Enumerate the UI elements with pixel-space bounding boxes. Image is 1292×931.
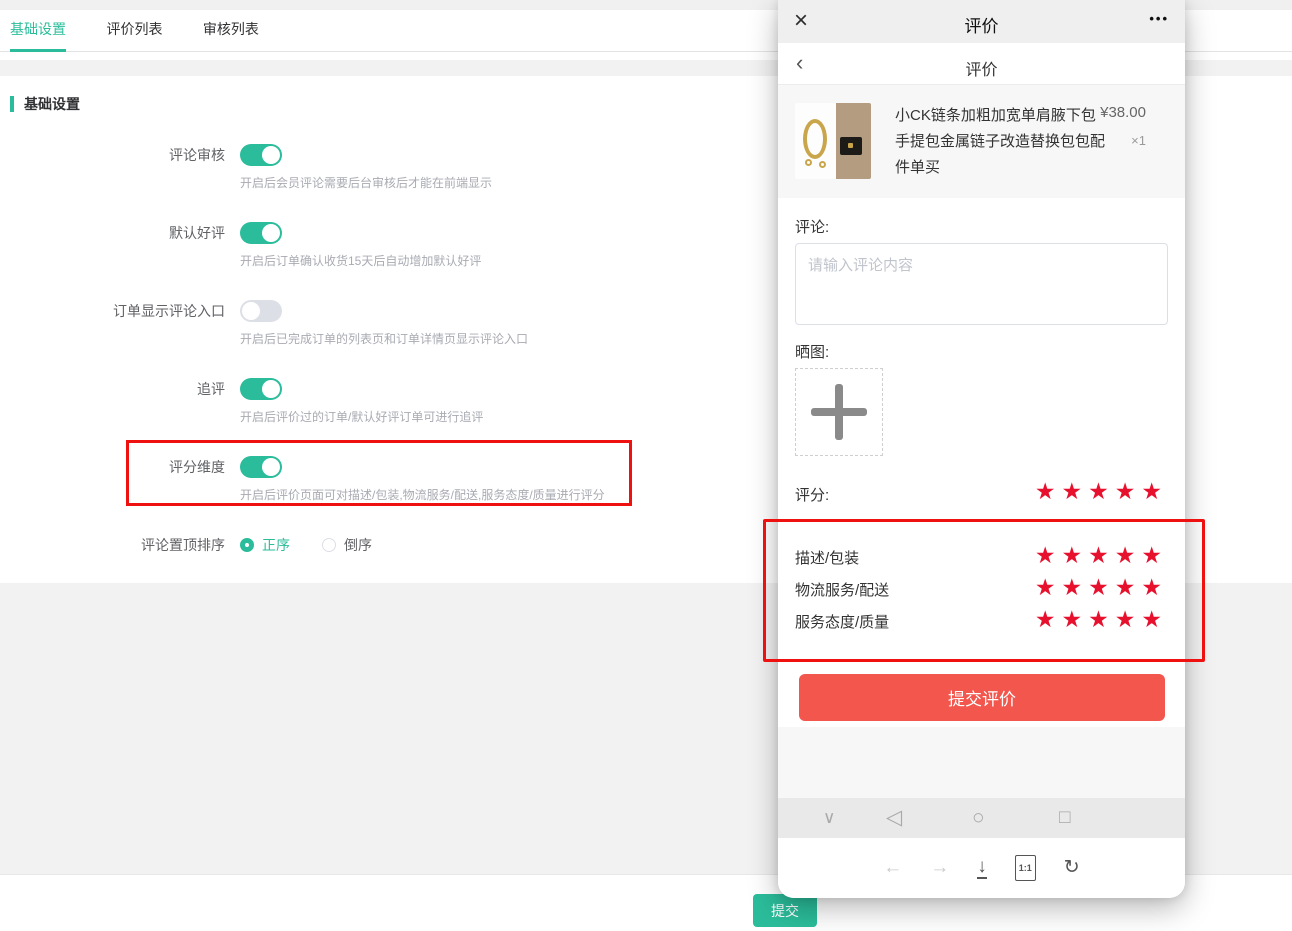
radio-ascending[interactable]: 正序 bbox=[240, 535, 290, 555]
phone-header: × 评价 ••• bbox=[778, 0, 1185, 43]
radio-dot-icon bbox=[322, 538, 336, 552]
phone-subheader: ‹ 评价 bbox=[778, 43, 1185, 85]
dimension-label-service: 服务态度/质量 bbox=[795, 611, 889, 632]
section-title: 基础设置 bbox=[24, 94, 80, 114]
product-price: ¥38.00 bbox=[1100, 104, 1146, 121]
tab-review-list[interactable]: 评价列表 bbox=[106, 10, 162, 52]
more-menu-icon[interactable]: ••• bbox=[1149, 11, 1169, 26]
bag-photo-graphic bbox=[836, 103, 871, 179]
android-back-icon[interactable]: ◁ bbox=[886, 798, 902, 838]
service-star-rating[interactable]: ★★★★★ bbox=[1035, 606, 1168, 632]
product-image bbox=[795, 103, 871, 179]
setting-label: 评分维度 bbox=[0, 456, 240, 504]
gold-chain-graphic bbox=[795, 103, 836, 179]
description-star-rating[interactable]: ★★★★★ bbox=[1035, 542, 1168, 568]
phone-bottom-spacer bbox=[778, 727, 1185, 798]
phone-preview-panel: × 评价 ••• ‹ 评价 小CK链条加粗加宽单肩腋下包手提包金属链子改造替换包… bbox=[778, 0, 1185, 898]
radio-dot-icon bbox=[240, 538, 254, 552]
setting-label: 默认好评 bbox=[0, 222, 240, 270]
default-good-review-toggle[interactable] bbox=[240, 222, 282, 244]
android-home-icon[interactable]: ○ bbox=[972, 798, 985, 838]
overall-star-rating[interactable]: ★★★★★ bbox=[1035, 478, 1168, 504]
rating-label: 评分: bbox=[795, 484, 829, 505]
tab-basic-settings[interactable]: 基础设置 bbox=[10, 10, 66, 52]
plus-icon bbox=[811, 384, 867, 440]
section-accent-bar bbox=[10, 96, 14, 112]
android-recents-icon[interactable]: □ bbox=[1059, 798, 1070, 838]
toolbar-back-icon[interactable]: ← bbox=[883, 858, 902, 878]
radio-label: 倒序 bbox=[344, 535, 372, 555]
comment-input[interactable] bbox=[795, 243, 1168, 325]
follow-up-review-toggle[interactable] bbox=[240, 378, 282, 400]
phone-header-title: 评价 bbox=[778, 12, 1185, 37]
download-icon[interactable]: ↓ bbox=[977, 857, 987, 879]
order-comment-entry-toggle[interactable] bbox=[240, 300, 282, 322]
refresh-icon[interactable]: ↻ bbox=[1064, 858, 1080, 878]
setting-label: 评论审核 bbox=[0, 144, 240, 192]
submit-button[interactable]: 提交 bbox=[753, 894, 817, 927]
phone-page-title: 评价 bbox=[778, 56, 1185, 80]
product-price-block: ¥38.00 ×1 bbox=[1100, 104, 1146, 148]
dimension-label-description: 描述/包装 bbox=[795, 547, 859, 568]
product-quantity: ×1 bbox=[1100, 133, 1146, 148]
add-photo-button[interactable] bbox=[795, 368, 883, 456]
setting-label: 订单显示评论入口 bbox=[0, 300, 240, 348]
product-summary: 小CK链条加粗加宽单肩腋下包手提包金属链子改造替换包包配件单买 ¥38.00 ×… bbox=[778, 85, 1185, 198]
android-nav-bar: ∨ ◁ ○ □ bbox=[778, 798, 1185, 838]
comment-label: 评论: bbox=[795, 216, 829, 237]
dimension-label-logistics: 物流服务/配送 bbox=[795, 579, 889, 600]
rating-dimensions-toggle[interactable] bbox=[240, 456, 282, 478]
photos-label: 晒图: bbox=[795, 341, 829, 362]
comment-audit-toggle[interactable] bbox=[240, 144, 282, 166]
toolbar-forward-icon[interactable]: → bbox=[930, 858, 949, 878]
preview-toolbar: ← → ↓ 1:1 ↻ bbox=[778, 838, 1185, 898]
screen: 基础设置 评价列表 审核列表 基础设置 评论审核 开启后会员评论需要后台审核后才… bbox=[0, 0, 1292, 931]
setting-label: 追评 bbox=[0, 378, 240, 426]
actual-size-icon[interactable]: 1:1 bbox=[1015, 855, 1036, 881]
setting-label: 评论置顶排序 bbox=[0, 534, 240, 556]
collapse-keyboard-icon[interactable]: ∨ bbox=[823, 798, 835, 838]
submit-review-button[interactable]: 提交评价 bbox=[799, 674, 1165, 721]
radio-descending[interactable]: 倒序 bbox=[322, 535, 372, 555]
product-title: 小CK链条加粗加宽单肩腋下包手提包金属链子改造替换包包配件单买 bbox=[895, 103, 1107, 181]
radio-label: 正序 bbox=[262, 535, 290, 555]
tab-audit-list[interactable]: 审核列表 bbox=[203, 10, 259, 52]
logistics-star-rating[interactable]: ★★★★★ bbox=[1035, 574, 1168, 600]
